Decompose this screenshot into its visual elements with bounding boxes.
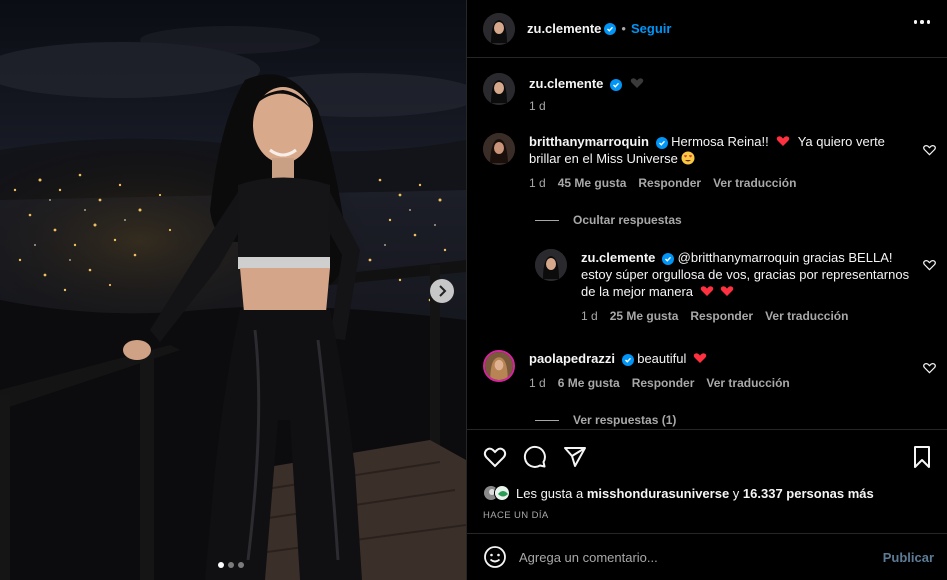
night-city-photo <box>0 0 466 580</box>
caption-username[interactable]: zu.clemente <box>529 76 603 91</box>
comments-list[interactable]: zu.clemente 1 d britthanymarroquin Hermo… <box>467 59 947 429</box>
reply-item: zu.clemente @britthanymarroquin gracias … <box>535 249 911 325</box>
more-options-icon[interactable] <box>913 20 930 24</box>
comment-item: paolapedrazzi beautiful 1 d 6 Me gusta R… <box>483 350 919 392</box>
carousel-dot <box>238 562 244 568</box>
post-modal: zu.clemente • Seguir zu.clemente 1 d bri… <box>0 0 947 580</box>
avatar-image <box>535 249 567 281</box>
author-username[interactable]: zu.clemente <box>527 21 601 36</box>
caption: zu.clemente 1 d <box>483 73 919 115</box>
reply-button[interactable]: Responder <box>638 175 701 192</box>
reply-likes[interactable]: 25 Me gusta <box>610 308 679 325</box>
comment-input[interactable] <box>519 549 869 565</box>
publish-button[interactable]: Publicar <box>883 550 934 565</box>
caption-time: 1 d <box>529 99 546 113</box>
translate-button[interactable]: Ver traducción <box>713 175 796 192</box>
post-actions: Les gusta a misshondurasuniverse y 16.33… <box>467 429 947 532</box>
hide-replies-button[interactable]: Ocultar respuestas <box>535 213 682 227</box>
follow-button[interactable]: Seguir <box>631 21 671 36</box>
verified-badge-icon <box>621 354 634 366</box>
likes-count[interactable]: 16.337 personas más <box>743 486 874 501</box>
verified-badge-icon <box>662 253 675 265</box>
red-heart-icon <box>700 286 713 296</box>
avatar-image <box>483 73 515 105</box>
like-comment-heart-icon[interactable] <box>923 144 936 156</box>
likes-middle: y <box>732 485 740 501</box>
emoji-smiley-icon[interactable] <box>483 545 507 569</box>
likes-user[interactable]: misshondurasuniverse <box>587 486 729 501</box>
red-heart-icon <box>721 286 734 296</box>
caption-avatar[interactable] <box>483 73 515 105</box>
reply-time: 1 d <box>581 309 598 323</box>
verified-badge-icon <box>610 79 623 91</box>
view-replies-label: Ver respuestas (1) <box>573 413 677 427</box>
comment-username[interactable]: paolapedrazzi <box>529 351 615 366</box>
post-time: HACE UN DÍA <box>483 510 549 521</box>
comment-time: 1 d <box>529 376 546 390</box>
translate-button[interactable]: Ver traducción <box>765 308 848 325</box>
verified-badge-icon <box>604 22 617 35</box>
like-comment-heart-icon[interactable] <box>923 362 936 374</box>
avatar-image <box>483 133 515 165</box>
like-reply-heart-icon[interactable] <box>923 259 936 271</box>
bookmark-icon[interactable] <box>910 445 934 469</box>
commenter-avatar[interactable] <box>483 350 515 382</box>
author-avatar[interactable] <box>483 12 515 45</box>
reply-button[interactable]: Responder <box>632 375 695 392</box>
commenter-avatar[interactable] <box>483 133 515 165</box>
red-heart-icon <box>693 353 707 363</box>
comment-bubble-icon[interactable] <box>523 445 547 469</box>
carousel-dot <box>228 562 234 568</box>
reply-username[interactable]: zu.clemente <box>581 250 655 265</box>
verified-badge-icon <box>655 137 668 149</box>
next-image-button[interactable] <box>430 279 454 303</box>
comment-username[interactable]: britthanymarroquin <box>529 134 649 149</box>
comment-time: 1 d <box>529 176 546 190</box>
liker-avatar <box>494 485 510 501</box>
translate-button[interactable]: Ver traducción <box>706 375 789 392</box>
post-side-panel: zu.clemente • Seguir zu.clemente 1 d bri… <box>466 0 947 580</box>
heart-eyes-emoji-icon <box>681 151 695 165</box>
comment-composer: Publicar <box>467 533 947 580</box>
likes-summary[interactable]: Les gusta a misshondurasuniverse y 16.33… <box>483 485 874 501</box>
comment-text: Hermosa Reina!! <box>671 134 769 149</box>
likes-prefix: Les gusta a <box>516 485 584 501</box>
post-header: zu.clemente • Seguir <box>467 0 947 58</box>
hide-replies-label: Ocultar respuestas <box>573 213 682 227</box>
comment-likes[interactable]: 45 Me gusta <box>558 175 627 192</box>
comment-text: beautiful <box>637 351 687 366</box>
divider-line <box>535 219 559 221</box>
carousel-dot-active <box>218 562 224 568</box>
comment-item: britthanymarroquin Hermosa Reina!! Ya qu… <box>483 133 914 192</box>
post-photo[interactable] <box>0 0 466 580</box>
view-replies-button[interactable]: Ver respuestas (1) <box>535 413 676 427</box>
reply-avatar[interactable] <box>535 249 567 281</box>
black-heart-icon <box>630 78 643 88</box>
divider-line <box>535 419 559 421</box>
share-send-icon[interactable] <box>563 445 587 469</box>
header-separator: • <box>621 21 626 36</box>
chevron-right-icon <box>439 285 447 297</box>
avatar-image <box>483 12 515 45</box>
carousel-indicator <box>218 562 244 568</box>
red-heart-icon <box>777 136 790 146</box>
comment-likes[interactable]: 6 Me gusta <box>558 375 620 392</box>
reply-button[interactable]: Responder <box>690 308 753 325</box>
like-heart-icon[interactable] <box>483 445 507 469</box>
avatar-image <box>485 352 513 380</box>
